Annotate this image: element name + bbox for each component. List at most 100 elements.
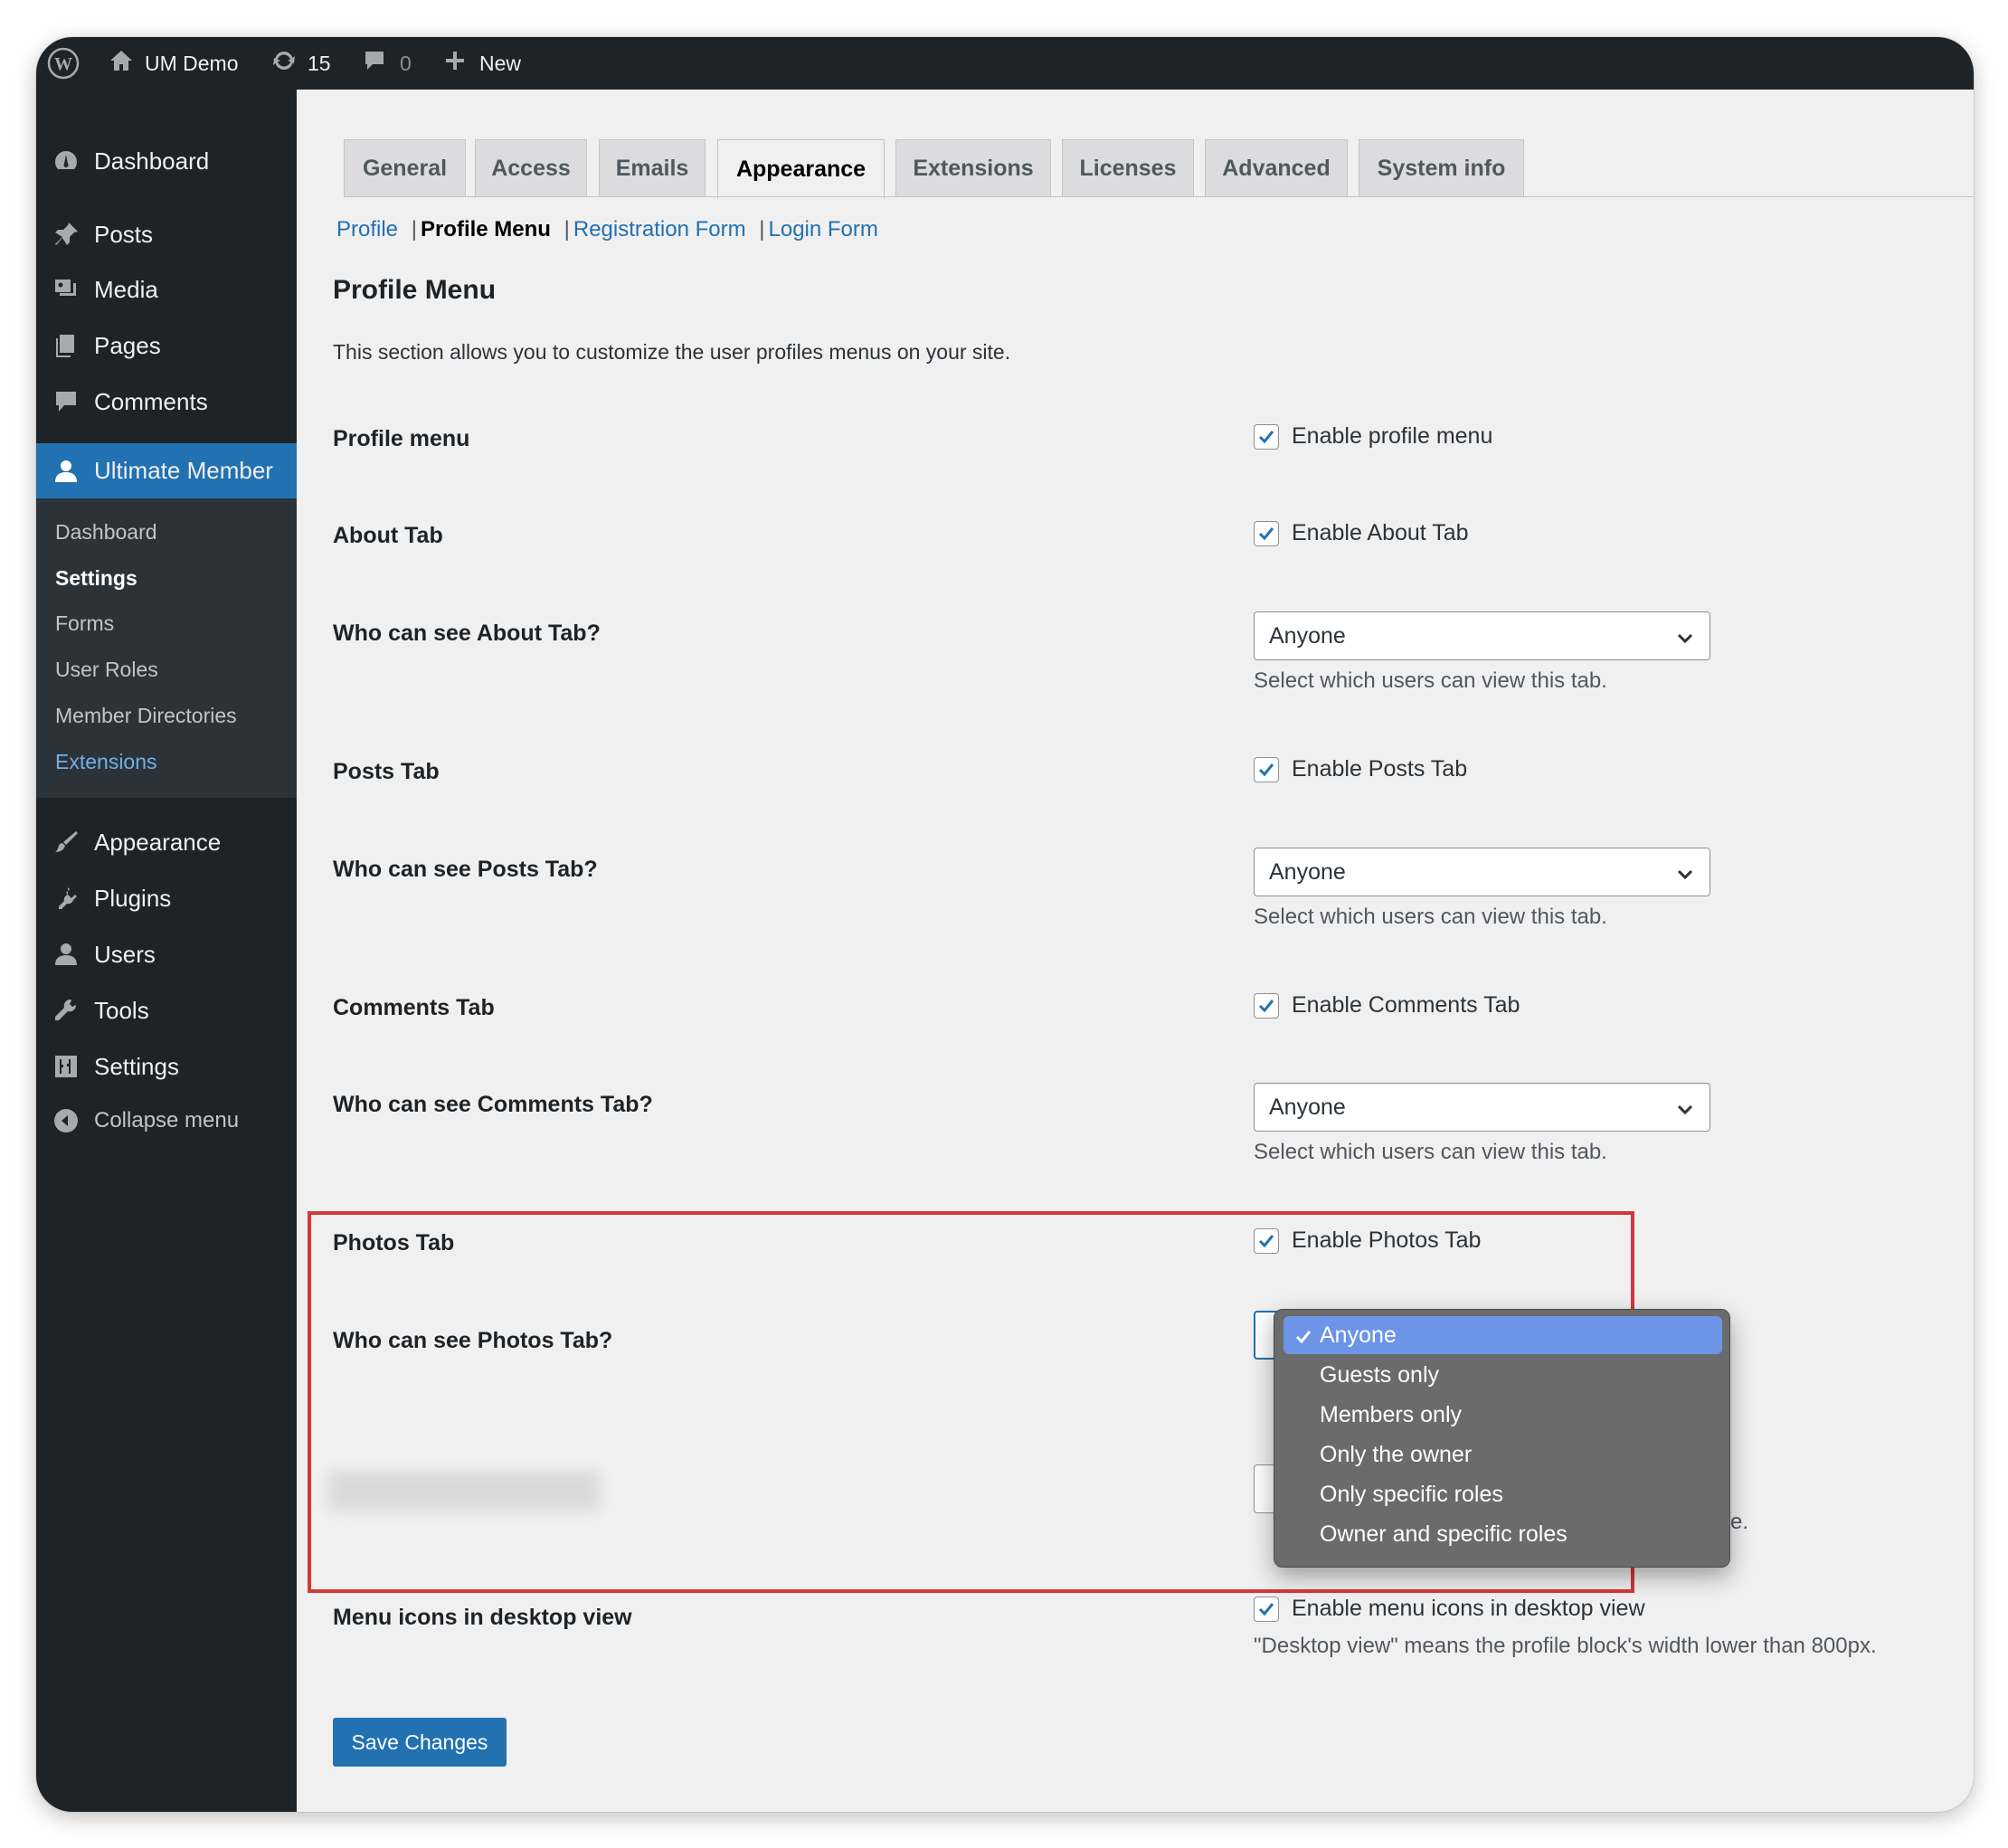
wordpress-logo-icon[interactable]: W bbox=[47, 37, 80, 90]
brush-icon bbox=[52, 828, 81, 857]
subnav-separator: | bbox=[564, 217, 570, 242]
submenu-user-roles[interactable]: User Roles bbox=[55, 658, 158, 682]
sidebar-item-comments[interactable]: Comments bbox=[36, 376, 297, 427]
posts-tab-label: Posts Tab bbox=[333, 759, 440, 784]
collapse-menu-button[interactable]: Collapse menu bbox=[36, 1095, 297, 1146]
about-who-select[interactable]: Anyone bbox=[1254, 611, 1710, 660]
dropdown-option-only-the-owner[interactable]: Only the owner bbox=[1283, 1436, 1722, 1474]
subnav-registration-form-link[interactable]: Registration Form bbox=[573, 217, 746, 242]
tab-appearance[interactable]: Appearance bbox=[717, 139, 885, 199]
about-who-label: Who can see About Tab? bbox=[333, 621, 601, 646]
chevron-down-icon bbox=[1675, 628, 1695, 654]
save-changes-button[interactable]: Save Changes bbox=[333, 1718, 507, 1767]
about-who-help: Select which users can view this tab. bbox=[1254, 668, 1607, 693]
browser-window: W UM Demo 15 0 New Dashboard Posts Media… bbox=[36, 37, 1974, 1812]
svg-text:W: W bbox=[54, 54, 72, 74]
enable-about-tab-checkbox[interactable]: Enable About Tab bbox=[1254, 520, 1469, 546]
main-content: General Access Emails Appearance Extensi… bbox=[297, 90, 1974, 1812]
sidebar-item-users[interactable]: Users bbox=[36, 929, 297, 980]
section-description: This section allows you to customize the… bbox=[333, 340, 1011, 364]
submenu-extensions[interactable]: Extensions bbox=[55, 750, 157, 774]
dropdown-option-owner-and-specific-roles[interactable]: Owner and specific roles bbox=[1283, 1515, 1722, 1553]
subnav-login-form-link[interactable]: Login Form bbox=[769, 217, 878, 242]
sidebar-item-ultimate-member[interactable]: Ultimate Member bbox=[36, 443, 297, 498]
menu-icons-label: Menu icons in desktop view bbox=[333, 1605, 632, 1630]
updates-link[interactable]: 15 bbox=[271, 37, 331, 90]
enable-comments-tab-checkbox[interactable]: Enable Comments Tab bbox=[1254, 992, 1520, 1019]
enable-posts-tab-checkbox[interactable]: Enable Posts Tab bbox=[1254, 756, 1467, 782]
comments-who-help: Select which users can view this tab. bbox=[1254, 1140, 1607, 1164]
new-label: New bbox=[479, 51, 522, 75]
subnav-profile-menu: Profile Menu bbox=[420, 217, 551, 242]
checkbox-checked-icon bbox=[1254, 1227, 1279, 1254]
comment-icon bbox=[52, 387, 81, 416]
photos-who-label: Who can see Photos Tab? bbox=[333, 1328, 613, 1353]
chevron-down-icon bbox=[1675, 1099, 1695, 1125]
sidebar-item-media[interactable]: Media bbox=[36, 264, 297, 315]
subnav-separator: | bbox=[411, 217, 417, 242]
sidebar-item-tools[interactable]: Tools bbox=[36, 985, 297, 1036]
subnav-separator: | bbox=[759, 217, 765, 242]
tab-licenses[interactable]: Licenses bbox=[1062, 139, 1194, 197]
submenu-member-directories[interactable]: Member Directories bbox=[55, 704, 237, 728]
submenu-settings[interactable]: Settings bbox=[55, 566, 137, 591]
sidebar-item-plugins[interactable]: Plugins bbox=[36, 873, 297, 924]
wrench-icon bbox=[52, 996, 81, 1025]
collapse-arrow-icon bbox=[52, 1106, 81, 1135]
sliders-icon bbox=[52, 1052, 81, 1081]
tab-extensions[interactable]: Extensions bbox=[895, 139, 1051, 197]
section-subnav: Profile | Profile Menu | Registration Form… bbox=[336, 217, 878, 242]
submenu-dashboard[interactable]: Dashboard bbox=[55, 520, 157, 545]
tab-system-info[interactable]: System info bbox=[1359, 139, 1524, 197]
subnav-profile-link[interactable]: Profile bbox=[336, 217, 398, 242]
comments-who-label: Who can see Comments Tab? bbox=[333, 1092, 653, 1117]
enable-menu-icons-checkbox[interactable]: Enable menu icons in desktop view bbox=[1254, 1596, 1645, 1622]
sidebar-item-settings[interactable]: Settings bbox=[36, 1041, 297, 1092]
refresh-icon bbox=[271, 48, 297, 79]
sidebar-item-appearance[interactable]: Appearance bbox=[36, 817, 297, 867]
checkbox-checked-icon bbox=[1254, 520, 1279, 546]
dropdown-option-anyone[interactable]: Anyone bbox=[1283, 1316, 1722, 1354]
profile-menu-label: Profile menu bbox=[333, 426, 470, 451]
updates-count: 15 bbox=[308, 51, 331, 75]
dropdown-option-guests-only[interactable]: Guests only bbox=[1283, 1356, 1722, 1394]
comments-who-select[interactable]: Anyone bbox=[1254, 1083, 1710, 1132]
dashboard-icon bbox=[52, 147, 81, 175]
photos-who-dropdown: Anyone Guests only Members only Only the… bbox=[1274, 1309, 1730, 1568]
site-name-link[interactable]: UM Demo bbox=[109, 37, 239, 90]
photos-tab-label: Photos Tab bbox=[333, 1230, 455, 1256]
about-tab-label: About Tab bbox=[333, 523, 443, 548]
plus-icon bbox=[443, 49, 467, 78]
enable-photos-tab-checkbox[interactable]: Enable Photos Tab bbox=[1254, 1227, 1481, 1254]
posts-who-label: Who can see Posts Tab? bbox=[333, 857, 598, 882]
sidebar-item-dashboard[interactable]: Dashboard bbox=[36, 136, 297, 186]
home-icon bbox=[109, 48, 134, 79]
tab-advanced[interactable]: Advanced bbox=[1205, 139, 1348, 197]
submenu-forms[interactable]: Forms bbox=[55, 611, 114, 636]
comments-count: 0 bbox=[400, 51, 412, 75]
comments-link[interactable]: 0 bbox=[362, 37, 412, 90]
media-icon bbox=[52, 275, 81, 304]
blurred-label bbox=[328, 1471, 600, 1511]
dropdown-option-only-specific-roles[interactable]: Only specific roles bbox=[1283, 1475, 1722, 1513]
posts-who-select[interactable]: Anyone bbox=[1254, 848, 1710, 896]
page-title: Profile Menu bbox=[333, 275, 497, 305]
dropdown-option-members-only[interactable]: Members only bbox=[1283, 1396, 1722, 1434]
checkbox-checked-icon bbox=[1254, 992, 1279, 1019]
menu-icons-help: "Desktop view" means the profile block's… bbox=[1254, 1634, 1877, 1658]
sidebar-item-pages[interactable]: Pages bbox=[36, 320, 297, 371]
sidebar-item-posts[interactable]: Posts bbox=[36, 209, 297, 260]
user-icon bbox=[52, 457, 81, 486]
pin-icon bbox=[52, 220, 81, 249]
users-icon bbox=[52, 940, 81, 969]
tab-access[interactable]: Access bbox=[475, 139, 587, 197]
checkbox-checked-icon bbox=[1254, 756, 1279, 782]
new-content-link[interactable]: New bbox=[443, 37, 521, 90]
admin-bar: W UM Demo 15 0 New bbox=[36, 37, 1974, 90]
site-name: UM Demo bbox=[145, 51, 239, 75]
tab-emails[interactable]: Emails bbox=[599, 139, 706, 197]
posts-who-help: Select which users can view this tab. bbox=[1254, 905, 1607, 929]
comments-tab-label: Comments Tab bbox=[333, 995, 495, 1020]
tab-general[interactable]: General bbox=[344, 139, 466, 197]
enable-profile-menu-checkbox[interactable]: Enable profile menu bbox=[1254, 423, 1492, 450]
